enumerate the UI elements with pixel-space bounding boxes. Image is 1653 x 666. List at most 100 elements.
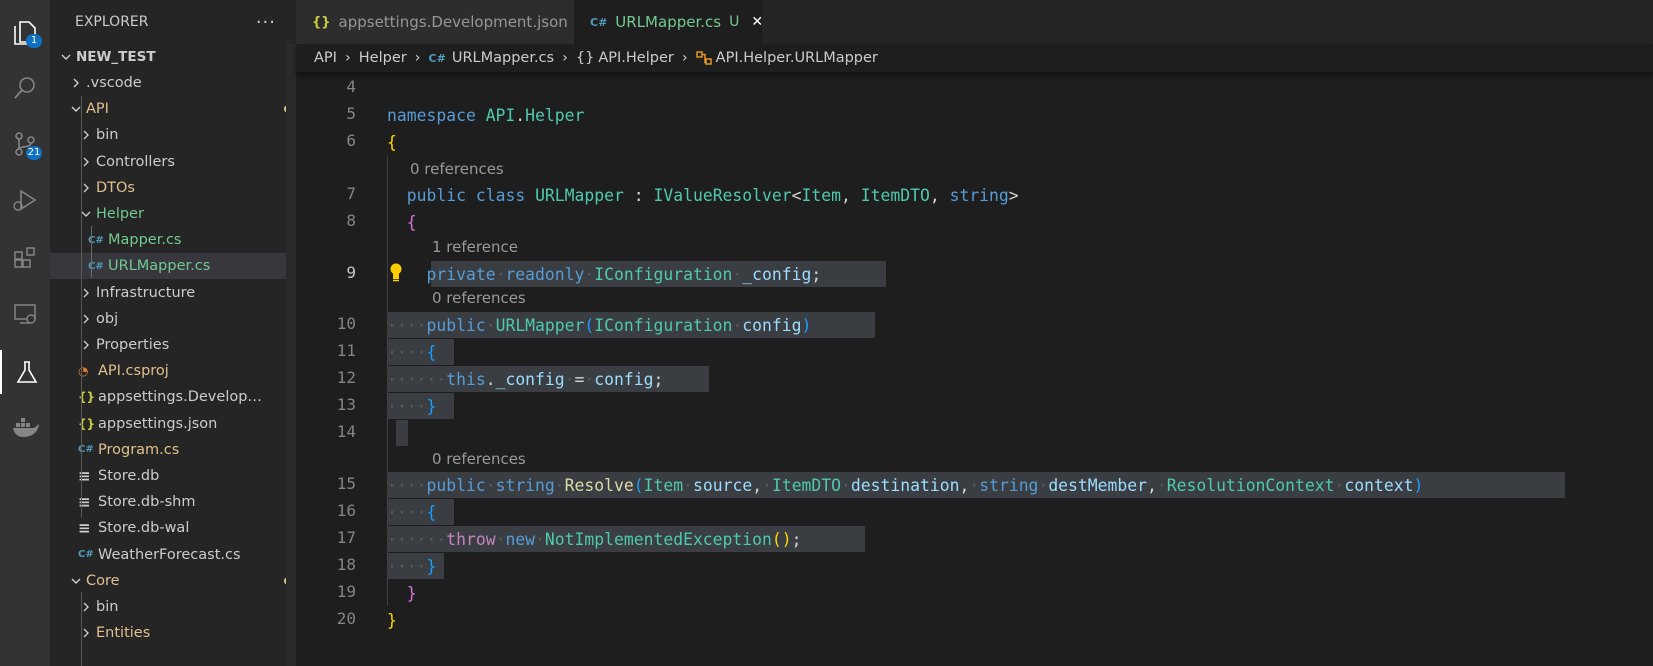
code-editor[interactable]: 4 5 6 7 8 9 10 11 12 13 14 15 16 17 18 1… (296, 72, 1653, 666)
line-number: 6 (346, 131, 356, 150)
testing-flask-icon[interactable] (0, 350, 52, 394)
explorer-more-actions[interactable]: ··· (256, 12, 276, 33)
tree-item[interactable]: C# WeatherForecast.cs (50, 542, 296, 568)
tree-item-label: API (86, 101, 109, 118)
tree-item-label: API.csproj (98, 363, 169, 380)
tab-appsettings-development[interactable]: {} appsettings.Development.json ● (296, 0, 591, 44)
tree-item[interactable]: ≡ Store.db-shm (50, 489, 296, 515)
breadcrumb-item-file[interactable]: URLMapper.cs (452, 50, 554, 66)
tree-item[interactable]: Helper (50, 201, 296, 227)
tree-item-label: Infrastructure (96, 284, 196, 301)
tree-item[interactable]: {}appsettings.Development.json (50, 384, 296, 410)
line-number: 13 (336, 395, 356, 414)
csharp-file-icon: C# (78, 549, 94, 561)
tree-item[interactable]: C#Program.csM (50, 437, 296, 463)
tree-item[interactable]: Entities (50, 620, 296, 646)
code-line-11: ····{ (387, 343, 437, 362)
tree-item[interactable]: Infrastructure (50, 280, 296, 306)
tree-item[interactable]: C#URLMapper.csU (50, 253, 296, 280)
run-debug-icon[interactable] (0, 178, 50, 222)
explorer-title: EXPLORER (75, 14, 149, 30)
line-number: 5 (346, 104, 356, 123)
tree-item[interactable]: Controllers (50, 149, 296, 175)
line-number: 11 (336, 341, 356, 360)
chevron-right-icon (68, 75, 84, 91)
explorer-files-icon[interactable]: 1 (0, 10, 50, 54)
tree-item-label: appsettings.Development.json (98, 389, 264, 406)
code-lens-references[interactable]: 0 references (432, 450, 526, 468)
csharp-file-icon: C# (428, 51, 446, 65)
tree-item[interactable]: obj (50, 306, 296, 332)
line-number: 18 (336, 555, 356, 574)
line-number: 20 (336, 609, 356, 628)
tree-indent-guide-core (81, 592, 82, 666)
tree-item[interactable]: ≡ Store.db-wal (50, 515, 296, 541)
breadcrumb-item-helper[interactable]: Helper (359, 50, 407, 66)
tree-item[interactable]: Core (50, 568, 296, 594)
code-line-5: namespace API.Helper (387, 106, 585, 125)
tree-item[interactable]: ◔API.csprojM (50, 358, 296, 384)
code-lens-references[interactable]: 0 references (410, 160, 504, 178)
tree-item[interactable]: DTOs (50, 175, 296, 201)
docker-icon[interactable] (0, 406, 50, 450)
code-line-6: { (387, 133, 397, 152)
chevron-right-icon: › (414, 50, 421, 66)
activity-bar: 1 21 (0, 0, 50, 666)
namespace-braces-icon: {} (575, 50, 595, 66)
untracked-badge: U (729, 14, 740, 30)
chevron-right-icon: › (562, 50, 568, 66)
code-line-10: ····public·URLMapper(IConfiguration·conf… (387, 316, 812, 335)
tree-item[interactable]: API (50, 96, 296, 122)
breadcrumb-item-class[interactable]: API.Helper.URLMapper (716, 50, 878, 66)
code-line-12: ······this._config·=·config; (387, 370, 664, 389)
tree-item[interactable]: ≡ Store.db (50, 463, 296, 489)
chevron-right-icon: › (681, 50, 688, 66)
tree-item[interactable]: bin (50, 594, 296, 620)
tab-label: appsettings.Development.json (338, 13, 568, 31)
line-number: 15 (336, 474, 356, 493)
explorer-sidebar: EXPLORER ··· NEW_TEST .vscode API bin Contr… (50, 0, 296, 666)
tree-item[interactable]: .vscode (50, 70, 296, 96)
csharp-file-icon: C# (590, 15, 608, 29)
json-file-icon: {} (312, 14, 331, 30)
code-lens-references[interactable]: 0 references (432, 289, 526, 307)
tree-indent-guide-helper (91, 226, 92, 278)
line-number: 19 (336, 582, 356, 601)
tree-item[interactable]: bin (50, 122, 296, 148)
line-number: 16 (336, 501, 356, 520)
tab-urlmapper[interactable]: C# URLMapper.cs U ✕ (574, 0, 763, 44)
explorer-scrollbar[interactable] (286, 44, 296, 666)
root-folder-label: NEW_TEST (76, 49, 156, 65)
tab-label: URLMapper.cs (615, 13, 722, 31)
tree-item[interactable]: C#Mapper.csU (50, 227, 296, 253)
root-folder-new-test[interactable]: NEW_TEST (50, 44, 296, 70)
tree-item-label: Controllers (96, 153, 175, 170)
tree-item[interactable]: {} appsettings.json (50, 411, 296, 437)
code-line-15: ····public·string·Resolve(Item·source,·I… (387, 476, 1424, 495)
code-lens-references[interactable]: 1 reference (432, 238, 518, 256)
tree-item-label: URLMapper.cs (108, 258, 211, 275)
breadcrumb-item-namespace[interactable]: API.Helper (598, 50, 674, 66)
tree-item[interactable]: Properties (50, 332, 296, 358)
line-number: 8 (346, 211, 356, 230)
tree-item-label: DTOs (96, 179, 135, 196)
tree-item-label: Store.db-shm (98, 494, 196, 511)
tree-item-label: Helper (96, 206, 144, 222)
code-line-9: private·readonly·IConfiguration·_config; (426, 265, 822, 284)
breadcrumb-item-api[interactable]: API (314, 50, 337, 66)
remote-explorer-icon[interactable] (0, 292, 50, 336)
line-number: 7 (346, 184, 356, 203)
close-icon[interactable]: ✕ (751, 14, 763, 30)
source-control-icon[interactable]: 21 (0, 122, 50, 166)
chevron-down-icon (68, 573, 84, 589)
search-icon[interactable] (0, 66, 50, 110)
explorer-badge: 1 (26, 34, 42, 48)
tree-item-label: Program.cs (98, 441, 180, 458)
chevron-down-icon (58, 49, 74, 65)
breadcrumb: API › Helper › C# URLMapper.cs › {} API.… (296, 44, 1653, 72)
code-line-17: ······throw·new·NotImplementedException(… (387, 530, 802, 549)
extensions-icon[interactable] (0, 236, 50, 280)
tree-item-label: Store.db (98, 468, 160, 484)
tree-item-label: Store.db-wal (98, 520, 190, 537)
tree-indent-guide-api (81, 96, 82, 518)
